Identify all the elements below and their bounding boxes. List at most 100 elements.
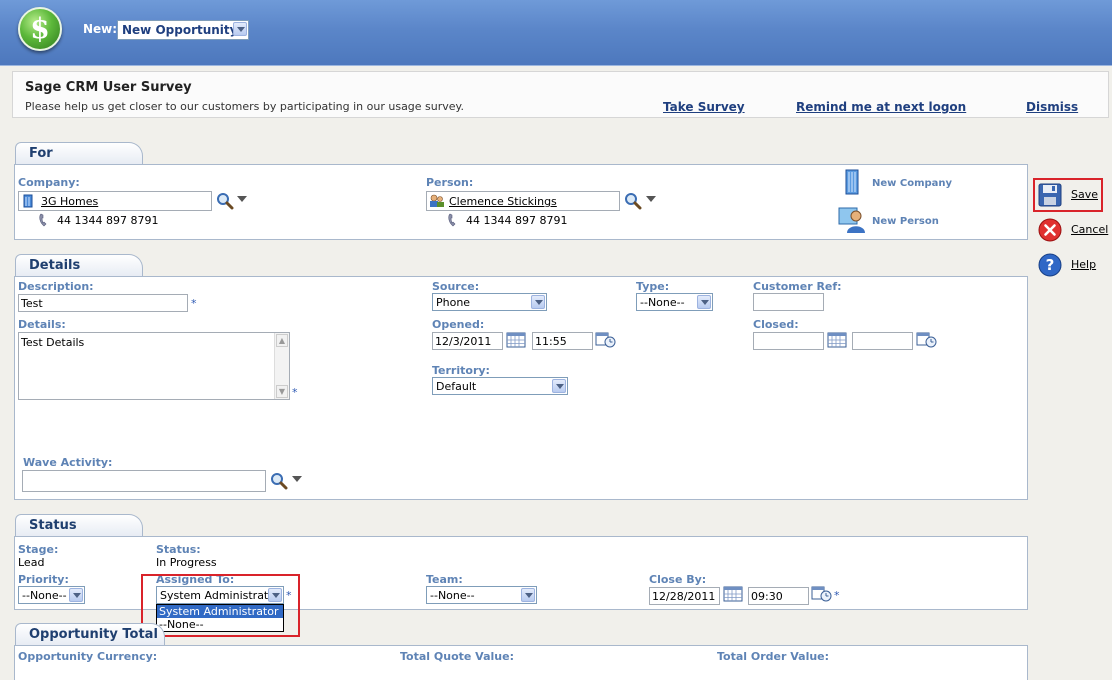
close-by-time-input[interactable]: 09:30 bbox=[748, 587, 809, 605]
search-icon[interactable] bbox=[624, 192, 642, 210]
survey-banner: Sage CRM User Survey Please help us get … bbox=[12, 71, 1109, 118]
clock-icon[interactable] bbox=[811, 586, 833, 602]
status-tab: Status bbox=[15, 514, 143, 537]
chevron-down-icon[interactable] bbox=[552, 379, 566, 393]
for-tab: For bbox=[15, 142, 143, 165]
phone-icon bbox=[39, 213, 47, 227]
calendar-icon[interactable] bbox=[723, 586, 743, 602]
description-label: Description: bbox=[18, 280, 94, 293]
new-person-icon[interactable] bbox=[838, 206, 868, 234]
customer-ref-label: Customer Ref: bbox=[753, 280, 842, 293]
company-field[interactable]: 3G Homes bbox=[18, 191, 212, 211]
new-label: New: bbox=[83, 22, 118, 36]
opened-date-input[interactable]: 12/3/2011 bbox=[432, 332, 503, 350]
wave-activity-input[interactable] bbox=[22, 470, 266, 492]
person-value[interactable]: Clemence Stickings bbox=[449, 195, 557, 208]
chevron-down-icon[interactable] bbox=[531, 295, 545, 309]
help-button[interactable]: ? Help bbox=[1037, 252, 1107, 278]
cancel-label: Cancel bbox=[1071, 223, 1109, 236]
close-by-date-input[interactable]: 12/28/2011 bbox=[649, 587, 720, 605]
team-value: --None-- bbox=[430, 589, 475, 602]
source-select[interactable]: Phone bbox=[432, 293, 547, 311]
close-by-label: Close By: bbox=[649, 573, 707, 586]
search-icon[interactable] bbox=[270, 472, 288, 490]
required-asterisk: * bbox=[191, 297, 197, 310]
priority-value: --None-- bbox=[22, 589, 67, 602]
chevron-down-icon[interactable] bbox=[233, 22, 247, 36]
source-label: Source: bbox=[432, 280, 480, 293]
status-label: Status: bbox=[156, 543, 201, 556]
required-asterisk: * bbox=[292, 386, 298, 399]
type-select[interactable]: --None-- bbox=[636, 293, 713, 311]
dismiss-link[interactable]: Dismiss bbox=[1026, 100, 1078, 114]
total-quote-value-label: Total Quote Value: bbox=[400, 650, 514, 663]
remind-me-link[interactable]: Remind me at next logon bbox=[796, 100, 966, 114]
company-dropdown-icon[interactable] bbox=[237, 196, 247, 202]
calendar-icon[interactable] bbox=[506, 332, 526, 348]
stage-value: Lead bbox=[18, 556, 45, 569]
team-select[interactable]: --None-- bbox=[426, 586, 537, 604]
take-survey-link[interactable]: Take Survey bbox=[663, 100, 745, 114]
assigned-to-highlight bbox=[141, 574, 300, 637]
calendar-icon[interactable] bbox=[827, 332, 847, 348]
closed-label: Closed: bbox=[753, 318, 799, 331]
survey-title: Sage CRM User Survey bbox=[25, 80, 192, 95]
person-icon bbox=[430, 194, 444, 207]
svg-text:?: ? bbox=[1046, 256, 1055, 274]
company-value[interactable]: 3G Homes bbox=[41, 195, 98, 208]
person-field[interactable]: Clemence Stickings bbox=[426, 191, 620, 211]
person-phone: 44 1344 897 8791 bbox=[466, 214, 568, 227]
description-input[interactable]: Test bbox=[18, 294, 188, 312]
opened-time-input[interactable]: 11:55 bbox=[532, 332, 593, 350]
building-icon bbox=[23, 194, 33, 208]
new-company-link[interactable]: New Company bbox=[872, 178, 952, 189]
chevron-down-icon[interactable] bbox=[697, 295, 711, 309]
chevron-down-icon[interactable] bbox=[69, 588, 83, 602]
stage-label: Stage: bbox=[18, 543, 59, 556]
priority-select[interactable]: --None-- bbox=[18, 586, 85, 604]
territory-label: Territory: bbox=[432, 364, 490, 377]
survey-text: Please help us get closer to our custome… bbox=[25, 100, 464, 113]
scroll-up-icon[interactable]: ▲ bbox=[276, 334, 288, 347]
company-label: Company: bbox=[18, 176, 80, 189]
required-asterisk: * bbox=[834, 589, 840, 602]
type-label: Type: bbox=[636, 280, 670, 293]
save-button[interactable]: Save bbox=[1037, 182, 1101, 208]
help-label: Help bbox=[1071, 258, 1097, 271]
territory-select[interactable]: Default bbox=[432, 377, 568, 395]
floppy-disk-icon bbox=[1038, 183, 1062, 207]
opened-label: Opened: bbox=[432, 318, 485, 331]
closed-date-input[interactable] bbox=[753, 332, 824, 350]
new-item-select-value: New Opportunity bbox=[122, 23, 238, 37]
opportunity-currency-label: Opportunity Currency: bbox=[18, 650, 158, 663]
search-icon[interactable] bbox=[216, 192, 234, 210]
clock-icon[interactable] bbox=[595, 332, 617, 348]
details-text: Test Details bbox=[21, 336, 85, 349]
dollar-logo-icon: $ bbox=[18, 7, 62, 51]
priority-label: Priority: bbox=[18, 573, 69, 586]
closed-time-input[interactable] bbox=[852, 332, 913, 350]
new-person-link[interactable]: New Person bbox=[872, 216, 939, 227]
details-label: Details: bbox=[18, 318, 66, 331]
person-dropdown-icon[interactable] bbox=[646, 196, 656, 202]
top-header-bar: $ New: New Opportunity bbox=[0, 0, 1112, 66]
new-company-building-icon[interactable] bbox=[842, 168, 864, 196]
type-value: --None-- bbox=[640, 296, 685, 309]
territory-value: Default bbox=[436, 380, 477, 393]
cancel-button[interactable]: Cancel bbox=[1037, 217, 1109, 243]
clock-icon[interactable] bbox=[916, 332, 938, 348]
person-label: Person: bbox=[426, 176, 474, 189]
save-label: Save bbox=[1071, 188, 1099, 201]
wave-activity-dropdown-icon[interactable] bbox=[292, 476, 302, 482]
team-label: Team: bbox=[426, 573, 463, 586]
scroll-down-icon[interactable]: ▼ bbox=[276, 385, 288, 398]
new-item-select[interactable]: New Opportunity bbox=[117, 20, 249, 40]
details-scrollbar[interactable]: ▲ ▼ bbox=[274, 333, 289, 399]
help-question-icon: ? bbox=[1038, 253, 1062, 277]
cancel-x-icon bbox=[1038, 218, 1062, 242]
chevron-down-icon[interactable] bbox=[521, 588, 535, 602]
company-phone: 44 1344 897 8791 bbox=[57, 214, 159, 227]
customer-ref-input[interactable] bbox=[753, 293, 824, 311]
phone-icon bbox=[448, 213, 456, 227]
details-textarea[interactable]: Test Details ▲ ▼ bbox=[18, 332, 290, 400]
